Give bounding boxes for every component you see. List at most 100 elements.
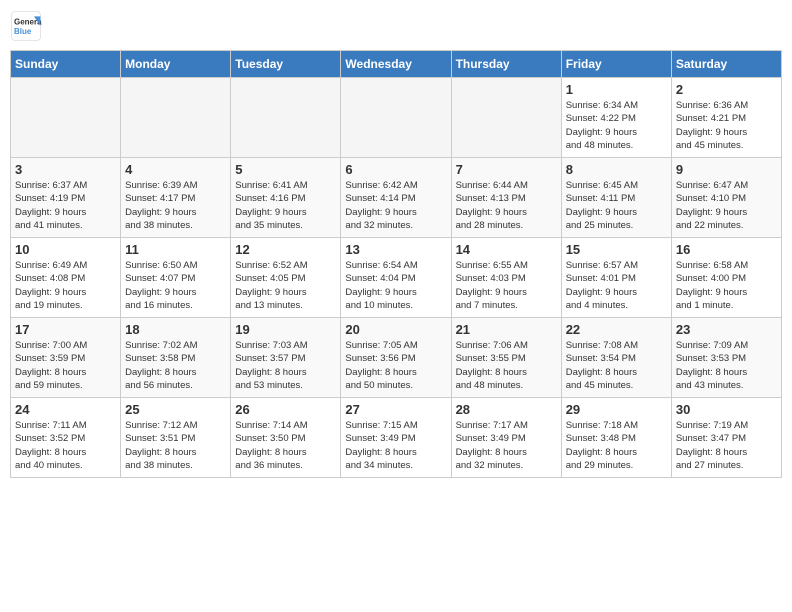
- calendar-week-3: 10 Sunrise: 6:49 AM Sunset: 4:08 PM Dayli…: [11, 238, 782, 318]
- day-info: Sunrise: 6:37 AM Sunset: 4:19 PM Dayligh…: [15, 179, 116, 232]
- calendar-week-5: 24 Sunrise: 7:11 AM Sunset: 3:52 PM Dayli…: [11, 398, 782, 478]
- day-info: Sunrise: 6:58 AM Sunset: 4:00 PM Dayligh…: [676, 259, 777, 312]
- day-number: 24: [15, 402, 116, 417]
- calendar-cell: 20 Sunrise: 7:05 AM Sunset: 3:56 PM Dayli…: [341, 318, 451, 398]
- day-header-monday: Monday: [121, 51, 231, 78]
- day-info: Sunrise: 7:03 AM Sunset: 3:57 PM Dayligh…: [235, 339, 336, 392]
- day-number: 21: [456, 322, 557, 337]
- calendar-cell: 5 Sunrise: 6:41 AM Sunset: 4:16 PM Daylig…: [231, 158, 341, 238]
- day-info: Sunrise: 6:39 AM Sunset: 4:17 PM Dayligh…: [125, 179, 226, 232]
- day-number: 15: [566, 242, 667, 257]
- day-info: Sunrise: 6:34 AM Sunset: 4:22 PM Dayligh…: [566, 99, 667, 152]
- calendar-cell: 18 Sunrise: 7:02 AM Sunset: 3:58 PM Dayli…: [121, 318, 231, 398]
- calendar-cell: 3 Sunrise: 6:37 AM Sunset: 4:19 PM Daylig…: [11, 158, 121, 238]
- day-header-tuesday: Tuesday: [231, 51, 341, 78]
- day-number: 10: [15, 242, 116, 257]
- day-number: 18: [125, 322, 226, 337]
- calendar-cell: 9Sunrise: 6:47 AM Sunset: 4:10 PM Daylig…: [671, 158, 781, 238]
- day-number: 4: [125, 162, 226, 177]
- calendar-week-4: 17 Sunrise: 7:00 AM Sunset: 3:59 PM Dayli…: [11, 318, 782, 398]
- day-number: 2: [676, 82, 777, 97]
- day-header-wednesday: Wednesday: [341, 51, 451, 78]
- day-info: Sunrise: 6:42 AM Sunset: 4:14 PM Dayligh…: [345, 179, 446, 232]
- day-info: Sunrise: 7:02 AM Sunset: 3:58 PM Dayligh…: [125, 339, 226, 392]
- day-info: Sunrise: 6:54 AM Sunset: 4:04 PM Dayligh…: [345, 259, 446, 312]
- day-header-sunday: Sunday: [11, 51, 121, 78]
- day-number: 1: [566, 82, 667, 97]
- calendar-header-row: SundayMondayTuesdayWednesdayThursdayFrid…: [11, 51, 782, 78]
- calendar-cell: [451, 78, 561, 158]
- day-number: 28: [456, 402, 557, 417]
- day-header-saturday: Saturday: [671, 51, 781, 78]
- day-info: Sunrise: 6:36 AM Sunset: 4:21 PM Dayligh…: [676, 99, 777, 152]
- calendar-cell: 6 Sunrise: 6:42 AM Sunset: 4:14 PM Daylig…: [341, 158, 451, 238]
- calendar-cell: [341, 78, 451, 158]
- day-number: 30: [676, 402, 777, 417]
- day-number: 22: [566, 322, 667, 337]
- day-info: Sunrise: 6:49 AM Sunset: 4:08 PM Dayligh…: [15, 259, 116, 312]
- logo: General Blue: [10, 10, 42, 42]
- logo-icon: General Blue: [10, 10, 42, 42]
- day-info: Sunrise: 6:57 AM Sunset: 4:01 PM Dayligh…: [566, 259, 667, 312]
- calendar-cell: 1 Sunrise: 6:34 AM Sunset: 4:22 PM Daylig…: [561, 78, 671, 158]
- calendar-cell: 13 Sunrise: 6:54 AM Sunset: 4:04 PM Dayli…: [341, 238, 451, 318]
- day-number: 14: [456, 242, 557, 257]
- day-info: Sunrise: 7:05 AM Sunset: 3:56 PM Dayligh…: [345, 339, 446, 392]
- day-number: 23: [676, 322, 777, 337]
- day-info: Sunrise: 6:50 AM Sunset: 4:07 PM Dayligh…: [125, 259, 226, 312]
- day-info: Sunrise: 7:15 AM Sunset: 3:49 PM Dayligh…: [345, 419, 446, 472]
- day-number: 16: [676, 242, 777, 257]
- day-number: 6: [345, 162, 446, 177]
- day-number: 5: [235, 162, 336, 177]
- calendar-cell: 29 Sunrise: 7:18 AM Sunset: 3:48 PM Dayli…: [561, 398, 671, 478]
- calendar-cell: 28 Sunrise: 7:17 AM Sunset: 3:49 PM Dayli…: [451, 398, 561, 478]
- day-number: 17: [15, 322, 116, 337]
- calendar-cell: 17 Sunrise: 7:00 AM Sunset: 3:59 PM Dayli…: [11, 318, 121, 398]
- calendar-cell: 30 Sunrise: 7:19 AM Sunset: 3:47 PM Dayli…: [671, 398, 781, 478]
- calendar-cell: 19 Sunrise: 7:03 AM Sunset: 3:57 PM Dayli…: [231, 318, 341, 398]
- calendar-week-1: 1 Sunrise: 6:34 AM Sunset: 4:22 PM Daylig…: [11, 78, 782, 158]
- calendar-cell: 15 Sunrise: 6:57 AM Sunset: 4:01 PM Dayli…: [561, 238, 671, 318]
- day-info: Sunrise: 7:08 AM Sunset: 3:54 PM Dayligh…: [566, 339, 667, 392]
- day-number: 27: [345, 402, 446, 417]
- day-info: Sunrise: 6:52 AM Sunset: 4:05 PM Dayligh…: [235, 259, 336, 312]
- calendar-cell: [11, 78, 121, 158]
- calendar-cell: [231, 78, 341, 158]
- day-info: Sunrise: 7:18 AM Sunset: 3:48 PM Dayligh…: [566, 419, 667, 472]
- calendar-table: SundayMondayTuesdayWednesdayThursdayFrid…: [10, 50, 782, 478]
- calendar-cell: 14 Sunrise: 6:55 AM Sunset: 4:03 PM Dayli…: [451, 238, 561, 318]
- day-info: Sunrise: 6:41 AM Sunset: 4:16 PM Dayligh…: [235, 179, 336, 232]
- day-info: Sunrise: 7:19 AM Sunset: 3:47 PM Dayligh…: [676, 419, 777, 472]
- day-info: Sunrise: 6:55 AM Sunset: 4:03 PM Dayligh…: [456, 259, 557, 312]
- calendar-cell: 10 Sunrise: 6:49 AM Sunset: 4:08 PM Dayli…: [11, 238, 121, 318]
- calendar-cell: 7 Sunrise: 6:44 AM Sunset: 4:13 PM Daylig…: [451, 158, 561, 238]
- day-header-friday: Friday: [561, 51, 671, 78]
- day-info: Sunrise: 7:14 AM Sunset: 3:50 PM Dayligh…: [235, 419, 336, 472]
- day-number: 20: [345, 322, 446, 337]
- day-number: 29: [566, 402, 667, 417]
- calendar-cell: 24 Sunrise: 7:11 AM Sunset: 3:52 PM Dayli…: [11, 398, 121, 478]
- day-number: 13: [345, 242, 446, 257]
- day-header-thursday: Thursday: [451, 51, 561, 78]
- svg-text:Blue: Blue: [14, 27, 32, 36]
- calendar-cell: 23Sunrise: 7:09 AM Sunset: 3:53 PM Dayli…: [671, 318, 781, 398]
- calendar-cell: 25Sunrise: 7:12 AM Sunset: 3:51 PM Dayli…: [121, 398, 231, 478]
- calendar-cell: 16 Sunrise: 6:58 AM Sunset: 4:00 PM Dayli…: [671, 238, 781, 318]
- day-number: 11: [125, 242, 226, 257]
- day-info: Sunrise: 7:17 AM Sunset: 3:49 PM Dayligh…: [456, 419, 557, 472]
- day-number: 19: [235, 322, 336, 337]
- day-info: Sunrise: 7:12 AM Sunset: 3:51 PM Dayligh…: [125, 419, 226, 472]
- day-number: 3: [15, 162, 116, 177]
- day-info: Sunrise: 7:06 AM Sunset: 3:55 PM Dayligh…: [456, 339, 557, 392]
- day-info: Sunrise: 7:11 AM Sunset: 3:52 PM Dayligh…: [15, 419, 116, 472]
- day-info: Sunrise: 6:45 AM Sunset: 4:11 PM Dayligh…: [566, 179, 667, 232]
- day-info: Sunrise: 6:44 AM Sunset: 4:13 PM Dayligh…: [456, 179, 557, 232]
- calendar-cell: 4 Sunrise: 6:39 AM Sunset: 4:17 PM Daylig…: [121, 158, 231, 238]
- calendar-cell: 26 Sunrise: 7:14 AM Sunset: 3:50 PM Dayli…: [231, 398, 341, 478]
- day-info: Sunrise: 7:00 AM Sunset: 3:59 PM Dayligh…: [15, 339, 116, 392]
- calendar-cell: 11 Sunrise: 6:50 AM Sunset: 4:07 PM Dayli…: [121, 238, 231, 318]
- calendar-cell: 12Sunrise: 6:52 AM Sunset: 4:05 PM Dayli…: [231, 238, 341, 318]
- calendar-cell: 27 Sunrise: 7:15 AM Sunset: 3:49 PM Dayli…: [341, 398, 451, 478]
- day-number: 7: [456, 162, 557, 177]
- day-number: 26: [235, 402, 336, 417]
